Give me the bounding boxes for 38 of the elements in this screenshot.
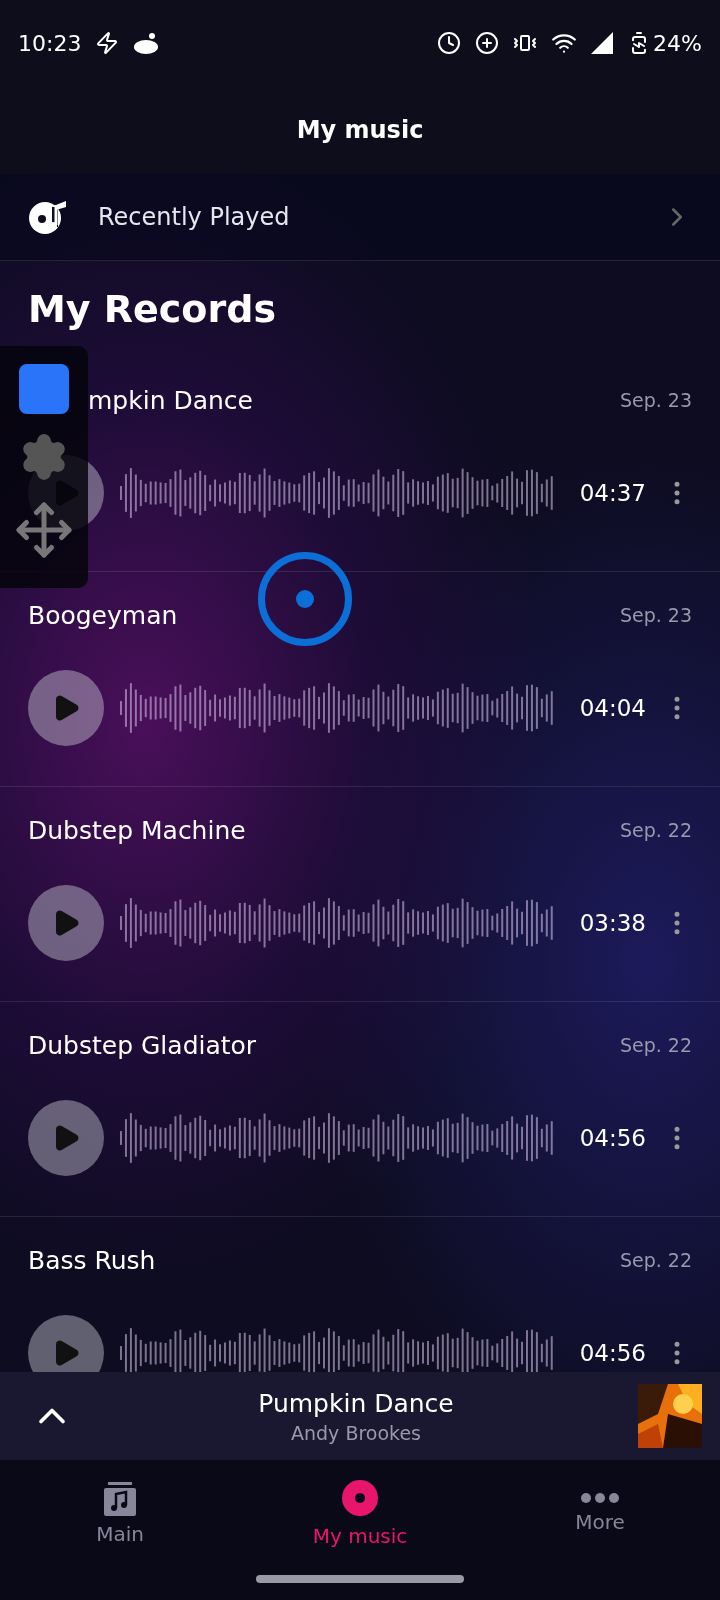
battery-percent: 24% [653, 30, 702, 56]
stop-button[interactable] [19, 364, 69, 414]
nav-tab[interactable]: Main [0, 1460, 240, 1565]
record-title: Boogeyman [28, 600, 179, 630]
alarm-icon [437, 31, 462, 55]
signal-icon [591, 32, 614, 54]
record-duration: 04:56 [579, 1340, 646, 1366]
nav-tab[interactable]: My music [240, 1460, 480, 1565]
status-time: 10:23 [18, 30, 82, 56]
data-saver-icon [475, 31, 500, 55]
record-title: Dubstep Machine [28, 815, 247, 845]
section-title: My Records [27, 286, 278, 333]
record-title: Bass Rush [28, 1245, 157, 1275]
record-duration: 04:56 [579, 1125, 646, 1151]
record-title: mpkin Dance [87, 385, 254, 415]
nav-tab[interactable]: More [480, 1460, 720, 1565]
mini-player[interactable]: Pumpkin Dance Andy Brookes [0, 1372, 720, 1460]
move-icon[interactable] [14, 500, 74, 560]
track-artist: Andy Brookes [291, 1421, 421, 1444]
more-icon [580, 1491, 620, 1504]
recently-played-row[interactable]: Recently Played [0, 174, 720, 261]
record-duration: 04:04 [579, 695, 646, 721]
disc-note-icon [28, 199, 68, 235]
track-title: Pumpkin Dance [258, 1388, 454, 1418]
record-date: Sep. 23 [619, 604, 692, 626]
record-date: Sep. 22 [619, 1034, 692, 1056]
record-duration: 04:37 [579, 480, 646, 506]
page-title: My music [296, 116, 424, 144]
music-note-icon [102, 1479, 138, 1516]
record-title: Dubstep Gladiator [28, 1030, 258, 1060]
disc-icon [340, 1477, 380, 1518]
touch-indicator-icon [258, 552, 352, 646]
recently-played-label: Recently Played [98, 203, 291, 231]
record-date: Sep. 22 [619, 1249, 692, 1271]
record-date: Sep. 22 [619, 819, 692, 841]
record-date: Sep. 23 [619, 389, 692, 411]
record-duration: 03:38 [579, 910, 646, 936]
flash-icon [95, 31, 120, 55]
